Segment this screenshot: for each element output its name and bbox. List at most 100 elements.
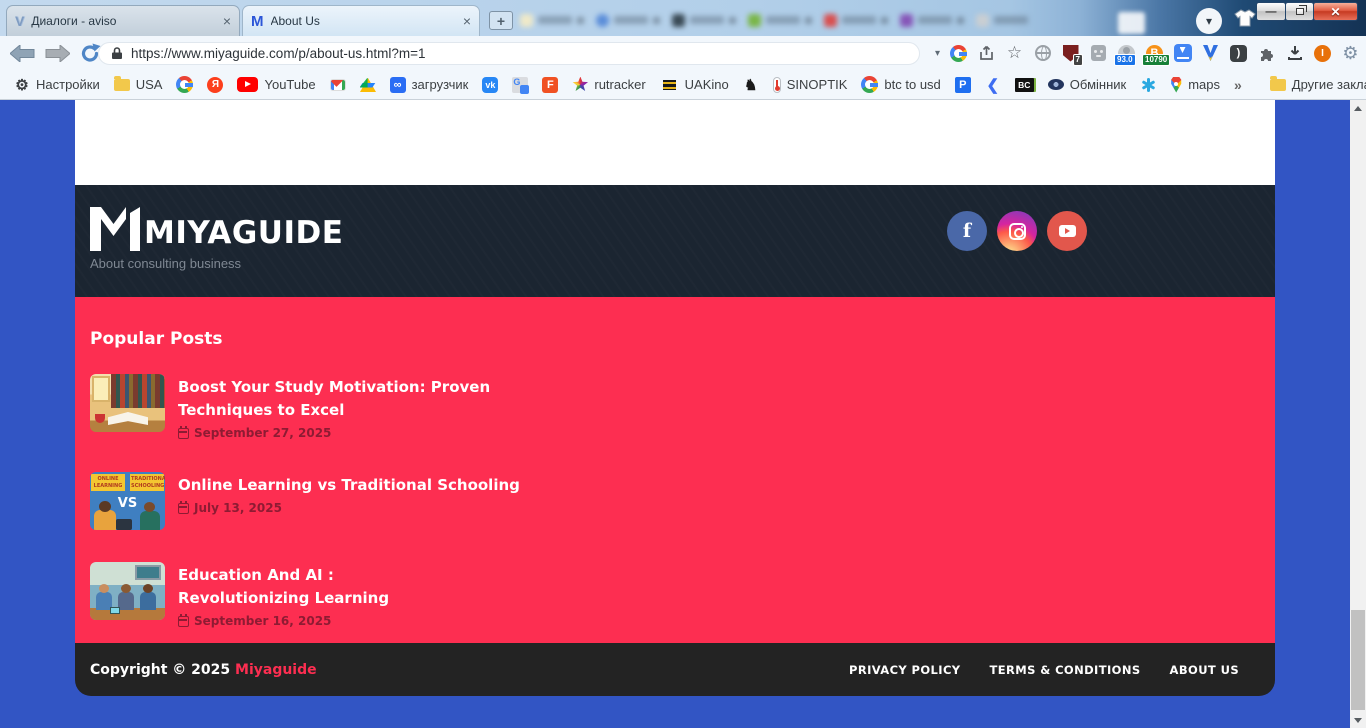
calendar-icon [178, 426, 189, 439]
thumbnail-art: TRADITIONAL SCHOOLING [130, 474, 165, 491]
bookmark-btc-to-usd[interactable]: btc to usd [861, 76, 941, 93]
tab-dialogi-aviso[interactable]: V Диалоги - aviso × [6, 5, 240, 36]
post-date: September 16, 2025 [178, 614, 389, 628]
bookmark-chess[interactable]: ♞ [743, 77, 759, 94]
bookmark-settings[interactable]: ⚙ Настройки [14, 77, 99, 94]
tab-close-icon[interactable]: × [223, 14, 231, 28]
tab-strip: V Диалоги - aviso × M About Us × + ▾ — ✕ [0, 0, 1366, 36]
forward-button[interactable] [45, 44, 70, 62]
bookmark-maps[interactable]: maps [1170, 76, 1220, 93]
page-scrollbar[interactable] [1350, 100, 1366, 728]
paren-extension-icon[interactable]: ) [1229, 44, 1248, 63]
post-title[interactable]: Boost Your Study Motivation: Proven Tech… [178, 376, 490, 422]
ublock-extension-icon[interactable]: 7 [1061, 44, 1083, 66]
mini-tab [672, 13, 736, 27]
new-tab-button[interactable]: + [489, 11, 513, 30]
popular-posts-section: Popular Posts Boost Your Study Motivatio… [75, 297, 1275, 643]
browser-window: V Диалоги - aviso × M About Us × + ▾ — ✕… [0, 0, 1366, 728]
back-button[interactable] [10, 44, 35, 62]
minimize-button[interactable]: — [1256, 2, 1286, 21]
site-logo[interactable]: MIYAGUIDE About consulting business [90, 207, 343, 271]
bookmark-rutracker[interactable]: rutracker [572, 76, 646, 93]
thumbnail-art [135, 565, 161, 580]
footer-link-about[interactable]: ABOUT US [1170, 663, 1239, 677]
footer-link-privacy[interactable]: PRIVACY POLICY [849, 663, 961, 677]
other-bookmarks-folder[interactable]: Другие закладки [1269, 75, 1366, 92]
bookmark-sinoptik[interactable]: SINOPTIK [772, 76, 847, 93]
post-title[interactable]: Online Learning vs Traditional Schooling [178, 474, 520, 497]
url-text[interactable]: https://www.miyaguide.com/p/about-us.htm… [131, 46, 426, 61]
aviso-favicon-icon: V [15, 13, 25, 29]
tab-search-button[interactable]: ▾ [1196, 8, 1222, 34]
bookmark-bc[interactable]: BC [1014, 77, 1034, 92]
youtube-icon[interactable] [1047, 211, 1087, 251]
footer-link-terms[interactable]: TERMS & CONDITIONS [990, 663, 1141, 677]
bookmarks-overflow-icon[interactable]: » [1234, 77, 1242, 93]
meter-extension-icon[interactable]: 93.0 [1114, 44, 1136, 66]
chevron-left-icon: ❮ [986, 76, 1000, 94]
page-body-blank [75, 100, 1275, 185]
scrollbar-up-arrow[interactable] [1350, 100, 1366, 116]
instagram-icon[interactable] [997, 211, 1037, 251]
post-thumbnail[interactable] [90, 374, 165, 432]
post-item[interactable]: ONLINE LEARNING TRADITIONAL SCHOOLING VS… [90, 472, 1260, 530]
bookmark-folder-usa[interactable]: USA [113, 75, 162, 92]
address-bar[interactable]: https://www.miyaguide.com/p/about-us.htm… [98, 42, 920, 65]
clipboard-extension-icon[interactable] [1089, 44, 1108, 63]
tab-close-icon[interactable]: × [463, 14, 471, 28]
shirt-icon [1234, 9, 1256, 27]
tab-about-us[interactable]: M About Us × [242, 5, 480, 36]
mini-tab [748, 13, 812, 27]
bookmark-google[interactable] [176, 76, 194, 93]
bitcoin-extension-icon[interactable]: B 10790 [1142, 44, 1171, 66]
post-thumbnail[interactable]: ONLINE LEARNING TRADITIONAL SCHOOLING VS [90, 472, 165, 530]
bookmark-flaticon[interactable]: ❮ [985, 76, 1001, 94]
post-thumbnail[interactable] [90, 562, 165, 620]
globe-extension-icon[interactable] [1033, 44, 1052, 63]
google-g-icon [861, 76, 879, 93]
post-item[interactable]: Boost Your Study Motivation: Proven Tech… [90, 374, 1260, 440]
aviso-extension-icon[interactable] [1201, 44, 1220, 63]
eye-icon [1047, 79, 1064, 90]
bookmark-yandex[interactable]: Я [207, 76, 224, 93]
chevron-down-icon: ▾ [1205, 14, 1213, 28]
share-icon[interactable] [977, 44, 996, 63]
scrollbar-thumb[interactable] [1351, 610, 1365, 710]
profile-avatar-icon[interactable]: I [1313, 44, 1332, 63]
downloads-tray-icon[interactable] [1285, 44, 1304, 63]
bookmark-uakino[interactable]: UAKino [660, 77, 729, 92]
copyright-brand-link[interactable]: Miyaguide [235, 662, 317, 678]
bookmark-gmail[interactable] [329, 78, 346, 91]
bookmark-translate[interactable] [512, 76, 530, 94]
omnibox-dropdown-icon[interactable]: ▾ [935, 48, 940, 59]
tab-title: Диалоги - aviso [31, 14, 117, 28]
bookmark-drive[interactable] [359, 77, 376, 92]
scrollbar-down-arrow[interactable] [1350, 712, 1366, 728]
extensions-puzzle-icon[interactable] [1257, 44, 1276, 63]
rutracker-star-icon [572, 76, 589, 92]
google-translate-icon [512, 76, 530, 94]
toolbar-right-icons: ▾ ☆ 7 93.0 B 10790 ) [935, 36, 1360, 70]
bookmark-star-icon[interactable]: ☆ [1005, 43, 1024, 63]
post-date: September 27, 2025 [178, 426, 490, 440]
close-button[interactable]: ✕ [1313, 2, 1358, 21]
bookmark-p[interactable]: P [954, 76, 971, 93]
post-item[interactable]: Education And AI : Revolutionizing Learn… [90, 562, 1260, 628]
bc-icon: BC [1014, 77, 1034, 92]
bookmark-f[interactable]: F [542, 76, 559, 93]
blurred-background-tabs[interactable] [520, 9, 1028, 31]
menu-gear-icon[interactable]: ⚙ [1341, 43, 1360, 63]
bookmark-youtube[interactable]: YouTube [237, 77, 316, 92]
bookmark-kyivstar[interactable] [1140, 77, 1156, 93]
post-title[interactable]: Education And AI : Revolutionizing Learn… [178, 564, 389, 610]
bookmark-zagruzchik[interactable]: ∞ загрузчик [389, 76, 468, 93]
restore-button[interactable] [1285, 2, 1314, 21]
meter-badge: 93.0 [1114, 53, 1136, 66]
bookmark-vk[interactable]: vk [482, 76, 499, 93]
blurred-tab-thumbnail [1118, 12, 1145, 34]
download-helper-extension-icon[interactable] [1173, 44, 1192, 63]
google-g-icon[interactable] [949, 44, 968, 63]
bookmark-obminnik[interactable]: Обмінник [1047, 77, 1126, 92]
facebook-icon[interactable]: f [947, 211, 987, 251]
footer-links: PRIVACY POLICY TERMS & CONDITIONS ABOUT … [849, 663, 1239, 677]
